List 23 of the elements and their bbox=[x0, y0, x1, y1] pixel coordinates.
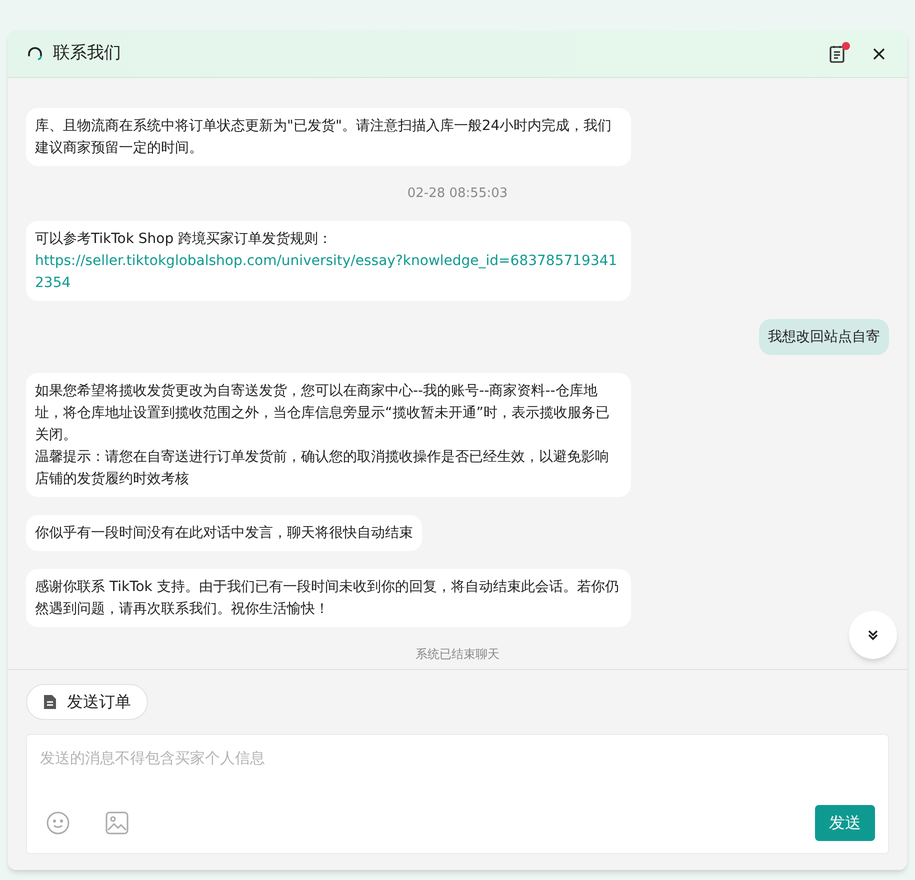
emoji-icon[interactable] bbox=[46, 811, 70, 835]
link[interactable]: https://seller.tiktokglobalshop.com/university/essay?knowledge_id=6837857193412354 bbox=[35, 250, 622, 294]
timestamp: 02-28 08:55:03 bbox=[407, 184, 508, 202]
document-icon bbox=[43, 694, 57, 710]
send-button[interactable]: 发送 bbox=[815, 805, 875, 841]
clipboard-icon bbox=[829, 44, 845, 62]
user-message: 我想改回站点自寄 bbox=[759, 319, 889, 355]
message-text: 可以参考TikTok Shop 跨境买家订单发货规则： bbox=[35, 230, 334, 249]
system-notice: 系统已结束聊天 bbox=[416, 646, 500, 663]
message-text: 温馨提示：请您在自寄送进行订单发货前，确认您的取消揽收操作是否已经生效，以避免影响店铺的发货履约时效考核 bbox=[35, 448, 610, 489]
notes-button[interactable] bbox=[827, 44, 847, 64]
message-text: 库、且物流商在系统中将订单状态更新为"已发货"。请注意扫描入库一般24小时内完成，我们建议商家预留一定的时间。 bbox=[35, 116, 613, 158]
message-text: 感谢你联系 TikTok 支持。由于我们已有一段时间未收到你的回复，将自动结束此会话。若你仍然遇到问题，请再次联系我们。祝你生活愉快！ bbox=[35, 578, 620, 619]
send-order-button[interactable]: 发送订单 bbox=[26, 684, 148, 720]
scroll-down-button[interactable] bbox=[849, 611, 897, 659]
window-title: 联系我们 bbox=[53, 42, 121, 65]
headset-icon bbox=[26, 44, 44, 62]
message-composer[interactable]: 发送的消息不得包含买家个人信息 发送 bbox=[26, 734, 889, 854]
double-chevron-down-icon bbox=[867, 629, 879, 641]
image-icon[interactable] bbox=[105, 811, 129, 835]
close-icon bbox=[873, 48, 885, 60]
message-text: 你似乎有一段时间没有在此对话中发言，聊天将很快自动结束 bbox=[35, 524, 413, 543]
message-text: 如果您希望将揽收发货更改为自寄送发货，您可以在商家中心--我的账号--商家资料--仓库地址，将仓库地址设置到揽收范围之外，当仓库信息旁显示“揽收暂未开通”时，表示揽收服务已关闭。 bbox=[35, 382, 611, 445]
